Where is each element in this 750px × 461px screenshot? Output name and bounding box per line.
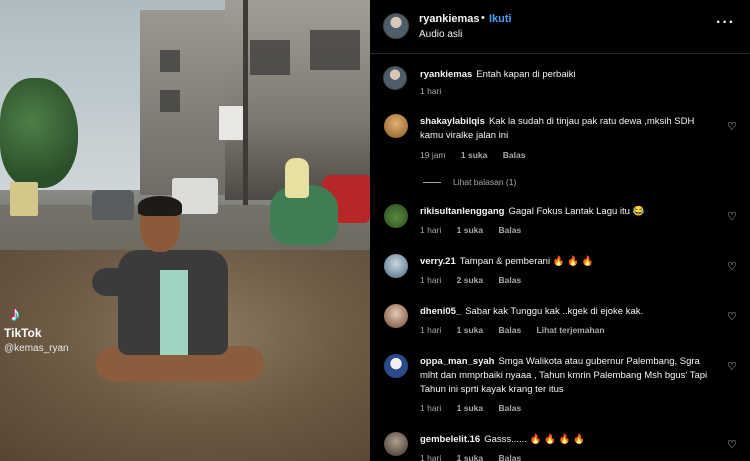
video-tree <box>0 78 78 188</box>
comment-time: 1 hari <box>420 225 442 235</box>
video-building-window <box>160 90 180 112</box>
comment-avatar[interactable] <box>384 354 408 378</box>
comment-time: 1 hari <box>420 275 442 285</box>
reply-button[interactable]: Balas <box>498 453 521 461</box>
comment-username[interactable]: verry.21 <box>420 256 456 267</box>
heart-outline-icon[interactable]: ♡ <box>727 310 737 323</box>
audio-label[interactable]: Audio asli <box>419 29 462 40</box>
comment-likes[interactable]: 1 suka <box>457 453 483 461</box>
tiktok-brand: TikTok <box>4 326 42 340</box>
comment-likes[interactable]: 2 suka <box>457 275 483 285</box>
comment-username[interactable]: dheni05_ <box>420 306 461 317</box>
video-utility-pole <box>243 0 248 220</box>
post-header: ryankiemas • Ikuti Audio asli ··· <box>370 0 750 54</box>
reply-button[interactable]: Balas <box>498 275 521 285</box>
comment-username[interactable]: shakaylabilqis <box>420 116 485 127</box>
comment-likes[interactable]: 1 suka <box>461 150 487 160</box>
comment-avatar[interactable] <box>384 304 408 328</box>
heart-outline-icon[interactable]: ♡ <box>727 260 737 273</box>
video-person-hair <box>138 196 182 216</box>
follow-button[interactable]: Ikuti <box>489 13 512 25</box>
see-translation-button[interactable]: Lihat terjemahan <box>537 325 605 335</box>
comment-avatar[interactable] <box>384 432 408 456</box>
view-replies-label: Lihat balasan (1) <box>453 177 517 187</box>
video-building-window <box>310 30 360 70</box>
comment-username[interactable]: gembelelit.16 <box>420 434 480 445</box>
comment-time: 1 hari <box>420 86 442 96</box>
more-horizontal-icon[interactable]: ··· <box>716 14 735 32</box>
video-truck <box>10 182 38 216</box>
tiktok-logo-icon: ♪ <box>10 303 20 325</box>
comment-username[interactable]: rikisultanlenggang <box>420 206 504 217</box>
video-frame[interactable]: ♪ TikTok @kemas_ryan <box>0 0 370 461</box>
comment-time: 1 hari <box>420 453 442 461</box>
comment-avatar[interactable] <box>383 66 407 90</box>
comment-text: Gasss...... 🔥 🔥 🔥 🔥 <box>484 434 585 445</box>
tiktok-username: @kemas_ryan <box>4 343 69 354</box>
video-building-window <box>160 50 180 72</box>
tiktok-watermark: ♪ TikTok @kemas_ryan <box>4 304 114 356</box>
video-rider <box>285 158 309 198</box>
heart-outline-icon[interactable]: ♡ <box>727 360 737 373</box>
comment-username[interactable]: ryankiemas <box>420 69 472 80</box>
comment-time: 1 hari <box>420 325 442 335</box>
video-person-shirt <box>160 270 188 355</box>
comment-time: 1 hari <box>420 403 442 413</box>
video-street-sign <box>218 105 244 141</box>
comment-text: Sabar kak Tunggu kak ..kgek di ejoke kak… <box>465 306 644 317</box>
reply-button[interactable]: Balas <box>498 325 521 335</box>
replies-divider <box>423 182 441 184</box>
heart-outline-icon[interactable]: ♡ <box>727 438 737 451</box>
header-separator: • <box>481 12 485 24</box>
comment-likes[interactable]: 1 suka <box>457 325 483 335</box>
comment-likes[interactable]: 1 suka <box>457 403 483 413</box>
video-building-window <box>250 40 290 75</box>
comment-avatar[interactable] <box>384 114 408 138</box>
author-avatar[interactable] <box>383 13 409 39</box>
comment-avatar[interactable] <box>384 254 408 278</box>
reply-button[interactable]: Balas <box>503 150 526 160</box>
video-building-left <box>140 10 230 195</box>
comment-username[interactable]: oppa_man_syah <box>420 356 494 367</box>
comment-avatar[interactable] <box>384 204 408 228</box>
reply-button[interactable]: Balas <box>498 403 521 413</box>
comment-text: Tampan & pemberani 🔥 🔥 🔥 <box>459 256 594 267</box>
comment-likes[interactable]: 1 suka <box>457 225 483 235</box>
heart-outline-icon[interactable]: ♡ <box>727 210 737 223</box>
video-person-arm <box>92 268 138 296</box>
comment-text: Gagal Fokus Lantak Lagu itu 😂 <box>508 206 645 217</box>
comment-text: Entah kapan di perbaiki <box>476 69 576 80</box>
reply-button[interactable]: Balas <box>498 225 521 235</box>
heart-outline-icon[interactable]: ♡ <box>727 120 737 133</box>
video-car-gray <box>92 190 134 220</box>
view-replies-button[interactable]: Lihat balasan (1) <box>423 177 516 187</box>
author-username[interactable]: ryankiemas <box>419 13 480 25</box>
comments-panel: ryankiemas • Ikuti Audio asli ··· ryanki… <box>370 0 750 461</box>
comment-time: 19 jam <box>420 150 446 160</box>
